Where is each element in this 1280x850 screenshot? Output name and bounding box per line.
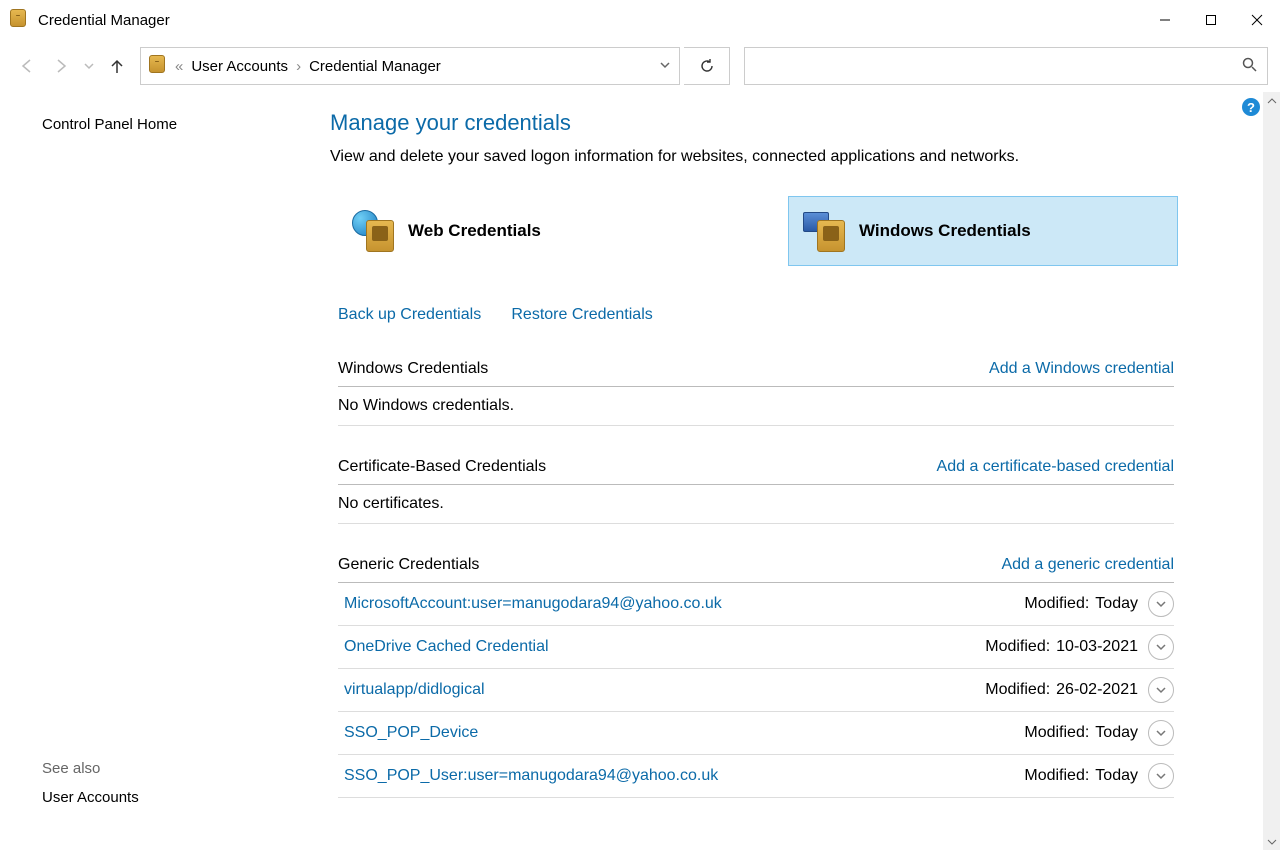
- generic-credentials-section: Generic Credentials Add a generic creden…: [338, 550, 1174, 798]
- content-area: ? Manage your credentials View and delet…: [290, 92, 1280, 850]
- breadcrumb-item[interactable]: User Accounts: [191, 58, 288, 75]
- vertical-scrollbar[interactable]: [1263, 92, 1280, 850]
- control-panel-home-link[interactable]: Control Panel Home: [42, 116, 270, 133]
- refresh-button[interactable]: [684, 47, 730, 85]
- credential-name: virtualapp/didlogical: [344, 681, 985, 699]
- add-generic-credential-link[interactable]: Add a generic credential: [1001, 556, 1174, 574]
- breadcrumb-overflow[interactable]: «: [175, 58, 183, 75]
- backup-credentials-link[interactable]: Back up Credentials: [338, 306, 481, 323]
- modified-label: Modified:: [1024, 767, 1089, 785]
- credential-name: MicrosoftAccount:user=manugodara94@yahoo…: [344, 595, 1024, 613]
- credential-row[interactable]: SSO_POP_User:user=manugodara94@yahoo.co.…: [338, 755, 1174, 798]
- windows-credentials-label: Windows Credentials: [859, 221, 1031, 241]
- restore-credentials-link[interactable]: Restore Credentials: [511, 306, 652, 323]
- scroll-up-button[interactable]: [1263, 92, 1280, 109]
- section-title: Certificate-Based Credentials: [338, 458, 546, 476]
- windows-credentials-empty: No Windows credentials.: [338, 387, 1174, 426]
- add-certificate-credential-link[interactable]: Add a certificate-based credential: [937, 458, 1174, 476]
- breadcrumb-item[interactable]: Credential Manager: [309, 58, 441, 75]
- section-title: Windows Credentials: [338, 360, 488, 378]
- expand-button[interactable]: [1148, 591, 1174, 617]
- web-credentials-label: Web Credentials: [408, 221, 541, 241]
- back-button[interactable]: [12, 50, 42, 82]
- up-button[interactable]: [102, 50, 132, 82]
- credential-name: OneDrive Cached Credential: [344, 638, 985, 656]
- address-history-button[interactable]: [659, 58, 671, 75]
- minimize-button[interactable]: [1142, 4, 1188, 36]
- modified-label: Modified:: [985, 638, 1050, 656]
- credential-row[interactable]: OneDrive Cached CredentialModified: 10-03…: [338, 626, 1174, 669]
- certificate-credentials-empty: No certificates.: [338, 485, 1174, 524]
- window-title: Credential Manager: [38, 12, 170, 29]
- sidebar: Control Panel Home See also User Account…: [0, 92, 290, 850]
- toolbar: « User Accounts › Credential Manager: [0, 40, 1280, 92]
- modified-value: Today: [1095, 724, 1138, 742]
- title-bar: Credential Manager: [0, 0, 1280, 40]
- search-icon: [1242, 57, 1257, 76]
- modified-label: Modified:: [1024, 595, 1089, 613]
- windows-credentials-section: Windows Credentials Add a Windows creden…: [338, 354, 1174, 426]
- folder-icon: [149, 55, 167, 77]
- forward-button[interactable]: [46, 50, 76, 82]
- recent-locations-button[interactable]: [80, 50, 98, 82]
- expand-button[interactable]: [1148, 677, 1174, 703]
- web-credentials-icon: [352, 210, 394, 252]
- add-windows-credential-link[interactable]: Add a Windows credential: [989, 360, 1174, 378]
- modified-value: 26-02-2021: [1056, 681, 1138, 699]
- credential-name: SSO_POP_Device: [344, 724, 1024, 742]
- page-title: Manage your credentials: [330, 110, 1240, 136]
- search-input[interactable]: [744, 47, 1268, 85]
- section-title: Generic Credentials: [338, 556, 479, 574]
- see-also-user-accounts[interactable]: User Accounts: [42, 789, 270, 806]
- chevron-right-icon: ›: [296, 58, 301, 75]
- address-bar[interactable]: « User Accounts › Credential Manager: [140, 47, 680, 85]
- modified-label: Modified:: [985, 681, 1050, 699]
- web-credentials-tile[interactable]: Web Credentials: [338, 196, 728, 266]
- scroll-down-button[interactable]: [1263, 833, 1280, 850]
- modified-label: Modified:: [1024, 724, 1089, 742]
- see-also-header: See also: [42, 760, 270, 777]
- certificate-credentials-section: Certificate-Based Credentials Add a cert…: [338, 452, 1174, 524]
- credential-name: SSO_POP_User:user=manugodara94@yahoo.co.…: [344, 767, 1024, 785]
- expand-button[interactable]: [1148, 634, 1174, 660]
- help-icon[interactable]: ?: [1242, 98, 1260, 116]
- modified-value: Today: [1095, 595, 1138, 613]
- app-icon: [10, 9, 28, 31]
- credential-row[interactable]: virtualapp/didlogicalModified: 26-02-2021: [338, 669, 1174, 712]
- maximize-button[interactable]: [1188, 4, 1234, 36]
- page-description: View and delete your saved logon informa…: [330, 148, 1240, 166]
- modified-value: 10-03-2021: [1056, 638, 1138, 656]
- windows-credentials-tile[interactable]: Windows Credentials: [788, 196, 1178, 266]
- close-button[interactable]: [1234, 4, 1280, 36]
- credential-row[interactable]: MicrosoftAccount:user=manugodara94@yahoo…: [338, 583, 1174, 626]
- expand-button[interactable]: [1148, 763, 1174, 789]
- credential-row[interactable]: SSO_POP_DeviceModified: Today: [338, 712, 1174, 755]
- windows-credentials-icon: [803, 210, 845, 252]
- modified-value: Today: [1095, 767, 1138, 785]
- expand-button[interactable]: [1148, 720, 1174, 746]
